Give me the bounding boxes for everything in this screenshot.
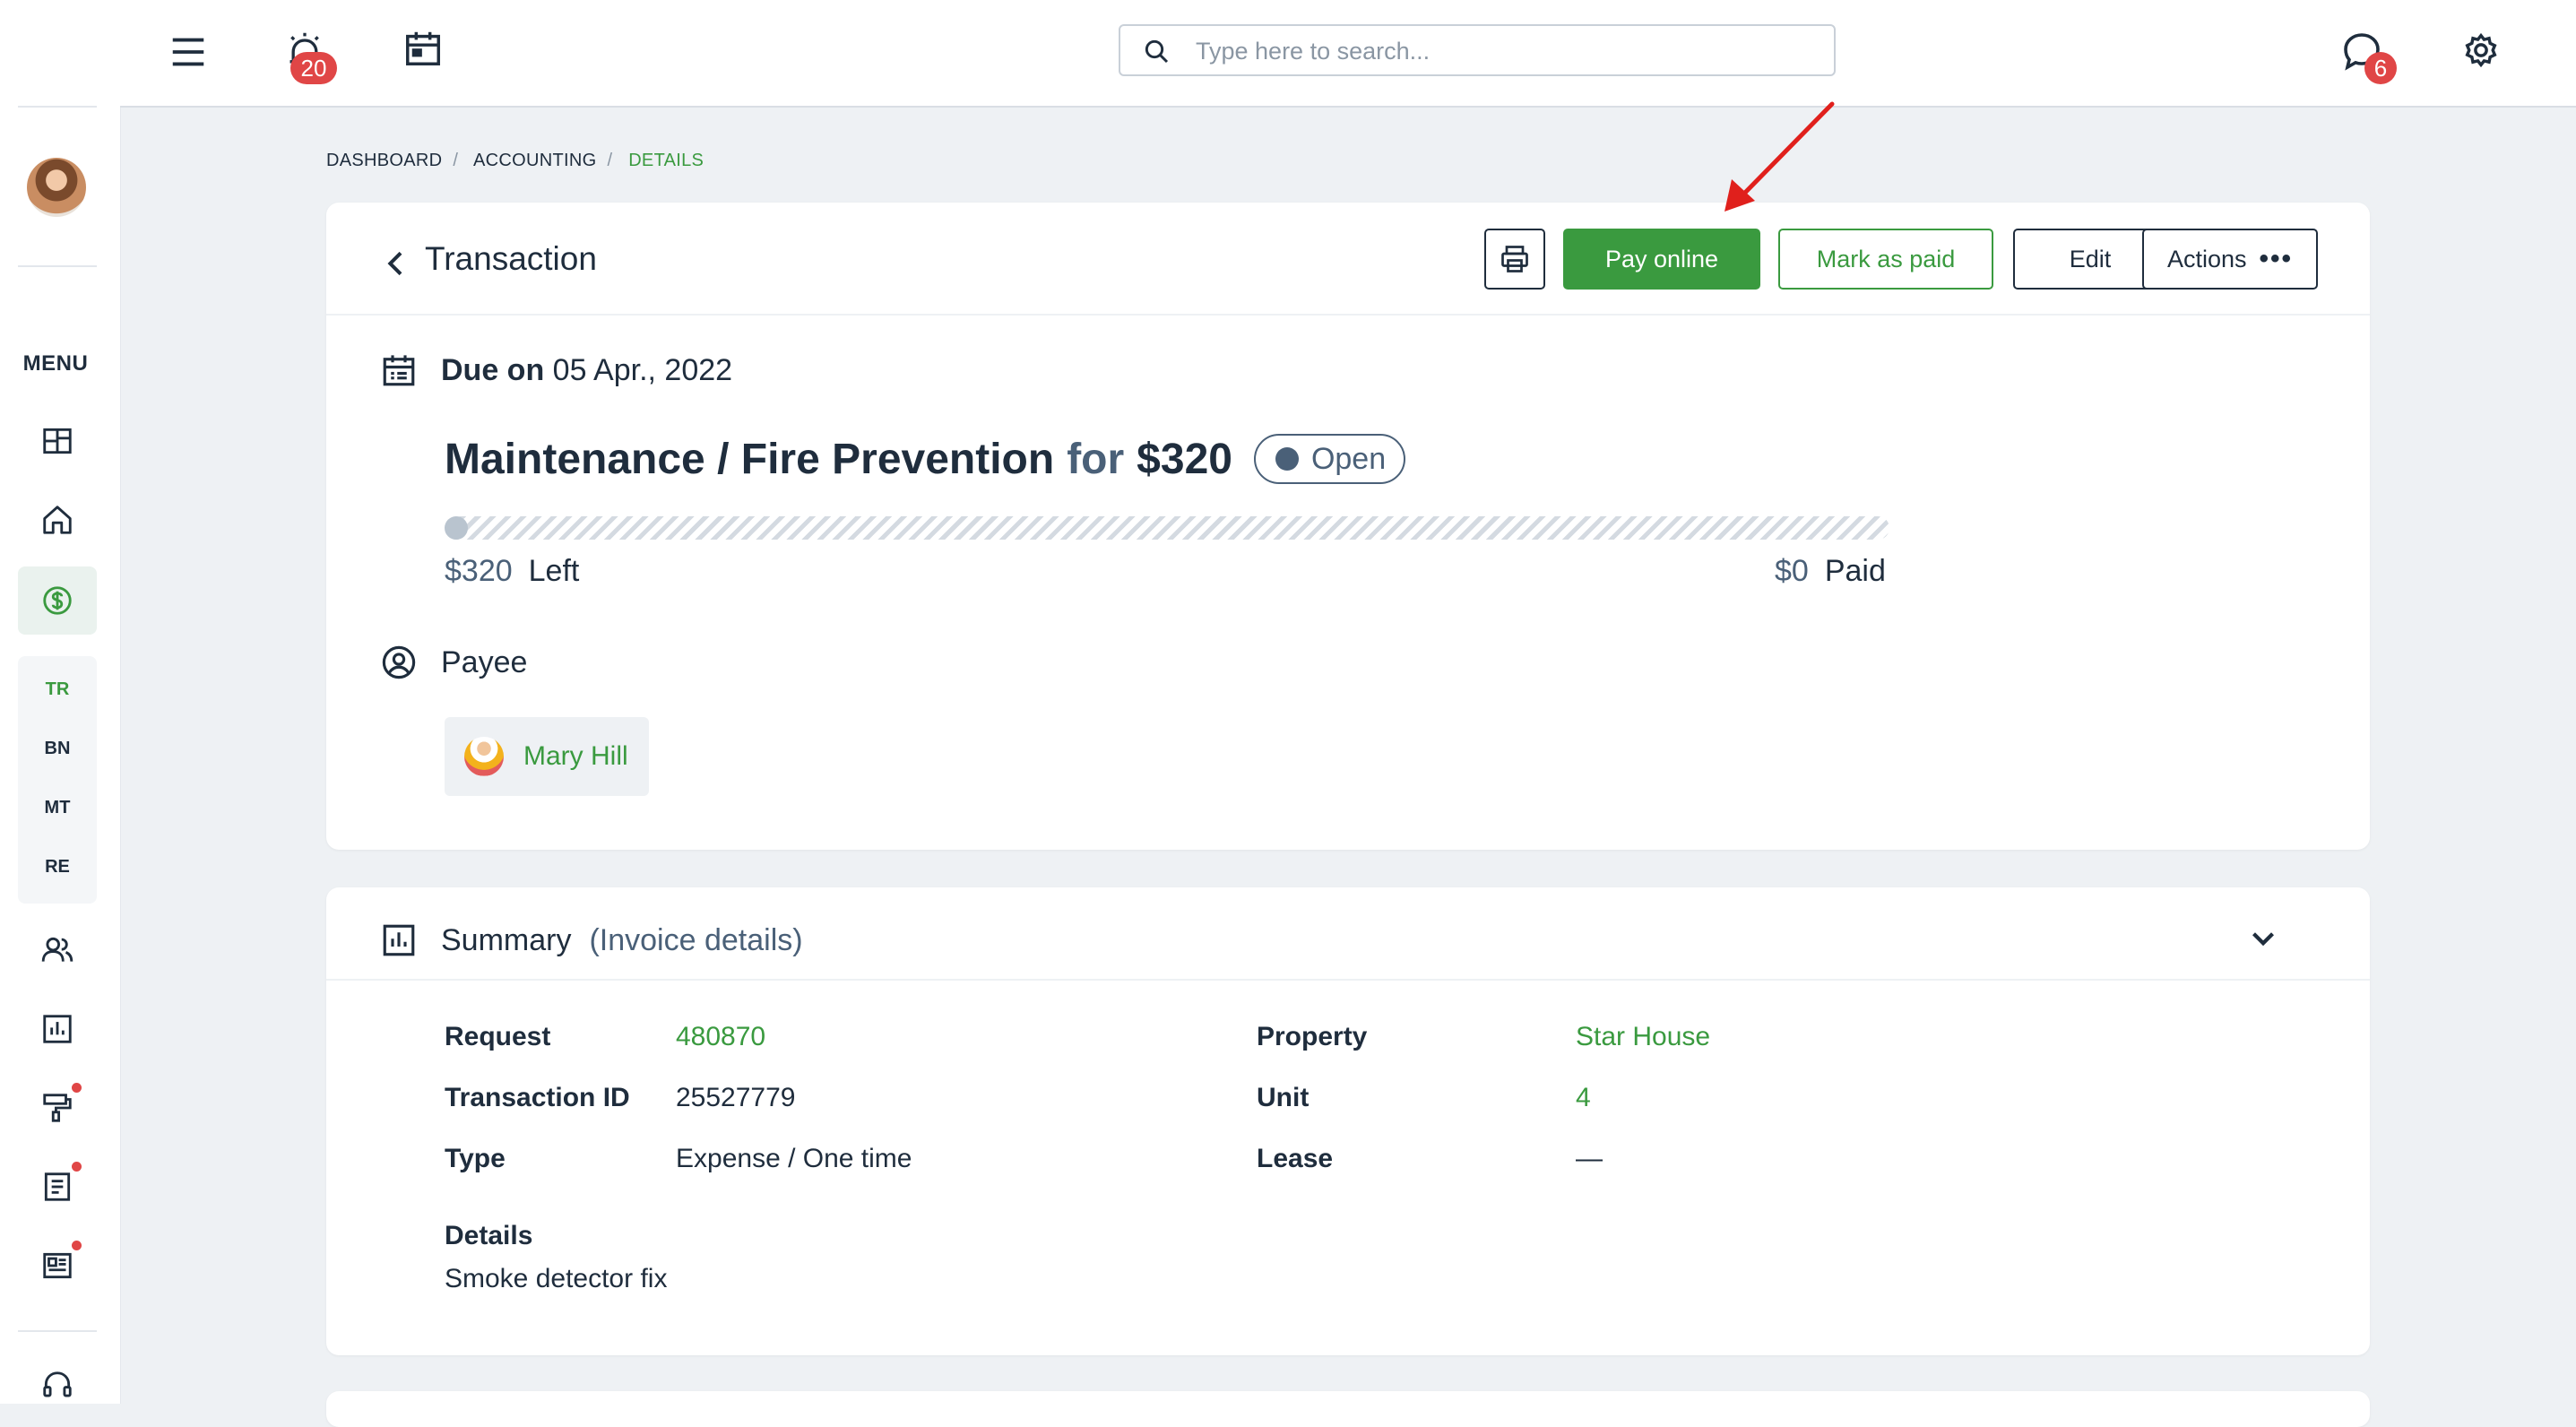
sidebar: MENU TR BN MT RE	[0, 0, 121, 1404]
annotation-arrow	[1725, 101, 1835, 212]
transaction-card: Transaction Pay online Mark as paid Edit…	[326, 203, 2370, 850]
payee-name[interactable]: Mary Hill	[523, 741, 628, 772]
details-value: Smoke detector fix	[445, 1264, 668, 1293]
printer-icon	[1501, 246, 1528, 272]
payment-progress-bar	[445, 516, 1889, 540]
paint-roller-icon[interactable]	[36, 1086, 79, 1129]
payee-row: Payee	[380, 644, 527, 681]
actions-label: Actions	[2166, 245, 2247, 272]
sidebar-subitem-bn[interactable]: BN	[18, 739, 97, 759]
due-label: Due on	[441, 352, 545, 387]
breadcrumb: DASHBOARD / ACCOUNTING / DETAILS	[326, 151, 705, 170]
property-value[interactable]: Star House	[1576, 1022, 1710, 1052]
summary-header[interactable]: Summary (Invoice details)	[380, 921, 803, 959]
type-value: Expense / One time	[676, 1144, 912, 1173]
paid-amount: $0	[1775, 554, 1809, 588]
notification-dot	[72, 1241, 82, 1250]
dashboard-icon[interactable]	[36, 419, 79, 463]
due-row: Due on 05 Apr., 2022	[380, 351, 732, 389]
lease-value: —	[1576, 1144, 1603, 1173]
transaction-amount: $320	[1137, 435, 1232, 483]
menu-label: MENU	[22, 351, 89, 376]
search-box[interactable]	[1119, 24, 1836, 76]
search-input[interactable]	[1194, 33, 1816, 69]
dollar-icon[interactable]	[36, 579, 79, 622]
request-value[interactable]: 480870	[676, 1022, 765, 1052]
top-bar: 20 6	[120, 0, 2576, 108]
notification-dot	[72, 1162, 82, 1172]
summary-subtitle: (Invoice details)	[589, 922, 803, 957]
user-avatar[interactable]	[27, 158, 86, 217]
paid-amount-row: $0 Paid	[1775, 554, 1886, 589]
next-card	[326, 1391, 2370, 1427]
chart-icon[interactable]	[36, 1008, 79, 1051]
summary-title: Summary	[441, 922, 572, 957]
payee-chip[interactable]: Mary Hill	[445, 717, 649, 796]
property-label: Property	[1257, 1022, 1368, 1051]
status-dot	[1275, 447, 1299, 471]
left-amount: $320	[445, 554, 513, 588]
sidebar-divider	[18, 1330, 97, 1332]
summary-card: Summary (Invoice details) Request 480870…	[326, 887, 2370, 1355]
calendar-icon[interactable]	[400, 25, 446, 72]
card-divider	[326, 314, 2370, 316]
hamburger-menu-icon[interactable]	[165, 29, 212, 75]
home-icon[interactable]	[36, 498, 79, 541]
messages-badge: 6	[2364, 52, 2397, 84]
notification-dot	[72, 1083, 82, 1093]
left-amount-row: $320 Left	[445, 554, 579, 589]
due-date: 05 Apr., 2022	[552, 352, 733, 387]
actions-button[interactable]: Actions •••	[2142, 229, 2318, 290]
headset-icon[interactable]	[36, 1364, 79, 1407]
gear-icon[interactable]	[2458, 27, 2504, 74]
sidebar-divider	[18, 106, 97, 108]
payee-label: Payee	[441, 644, 528, 679]
notifications-badge: 20	[290, 52, 337, 84]
sidebar-subitem-mt[interactable]: MT	[18, 798, 97, 818]
sidebar-subitem-tr[interactable]: TR	[18, 679, 97, 700]
newspaper-icon[interactable]	[36, 1244, 79, 1287]
lease-label: Lease	[1257, 1144, 1334, 1173]
more-dots-icon: •••	[2259, 244, 2294, 273]
left-label: Left	[528, 554, 580, 588]
type-label: Type	[445, 1144, 506, 1173]
breadcrumb-accounting[interactable]: ACCOUNTING	[473, 151, 596, 170]
transaction-id-label: Transaction ID	[445, 1083, 630, 1112]
people-icon[interactable]	[36, 929, 79, 972]
search-icon	[1145, 39, 1169, 64]
transaction-headline: Maintenance / Fire Prevention for $320 O…	[445, 434, 1406, 484]
pay-online-button[interactable]: Pay online	[1563, 229, 1760, 290]
paid-label: Paid	[1824, 554, 1886, 588]
unit-label: Unit	[1257, 1083, 1310, 1112]
for-word: for	[1067, 435, 1125, 483]
details-label: Details	[445, 1221, 533, 1250]
page-title: Transaction	[425, 240, 597, 277]
sidebar-subitem-re[interactable]: RE	[18, 857, 97, 878]
unit-value[interactable]: 4	[1576, 1083, 1591, 1113]
payment-progress-knob	[445, 516, 468, 540]
user-circle-icon	[382, 645, 416, 679]
back-chevron-icon[interactable]	[378, 246, 414, 281]
card-divider	[326, 979, 2370, 981]
sidebar-divider	[18, 265, 97, 267]
print-button[interactable]	[1484, 229, 1545, 290]
document-icon[interactable]	[36, 1165, 79, 1208]
payee-avatar	[464, 737, 504, 776]
transaction-category: Maintenance / Fire Prevention	[445, 435, 1055, 483]
request-label: Request	[445, 1022, 551, 1051]
chart-icon	[383, 924, 415, 956]
calendar-list-icon	[383, 355, 415, 386]
status-label: Open	[1310, 441, 1387, 476]
mark-as-paid-button[interactable]: Mark as paid	[1778, 229, 1993, 290]
status-badge: Open	[1253, 434, 1406, 484]
chevron-down-icon[interactable]	[2244, 920, 2282, 957]
transaction-id-value: 25527779	[676, 1083, 796, 1112]
breadcrumb-details: DETAILS	[628, 151, 705, 170]
breadcrumb-dashboard[interactable]: DASHBOARD	[326, 151, 442, 170]
